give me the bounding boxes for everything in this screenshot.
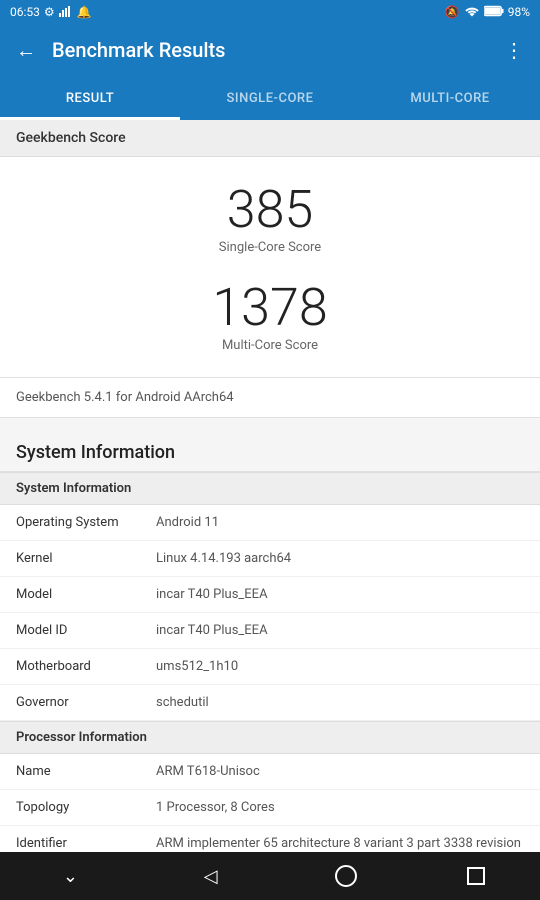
version-note: Geekbench 5.4.1 for Android AArch64 <box>0 378 540 418</box>
score-section: 385 Single-Core Score 1378 Multi-Core Sc… <box>0 157 540 378</box>
system-info-title: System Information <box>0 426 540 471</box>
tab-result[interactable]: RESULT <box>0 76 180 120</box>
info-value: ARM implementer 65 architecture 8 varian… <box>156 836 524 852</box>
info-row: Modelincar T40 Plus_EEA <box>0 577 540 613</box>
status-time: 06:53 <box>10 5 40 19</box>
info-key: Model ID <box>16 623 156 638</box>
info-key: Governor <box>16 695 156 710</box>
info-row: IdentifierARM implementer 65 architectur… <box>0 826 540 852</box>
info-group-header: Processor Information <box>0 721 540 754</box>
multi-core-score: 1378 <box>16 279 524 336</box>
nav-back-button[interactable]: ◁ <box>196 858 226 895</box>
info-row: NameARM T618-Unisoc <box>0 754 540 790</box>
nav-bar: ⌄ ◁ <box>0 852 540 900</box>
info-row: KernelLinux 4.14.193 aarch64 <box>0 541 540 577</box>
battery-percent: 98% <box>508 5 530 19</box>
info-value: incar T40 Plus_EEA <box>156 587 524 602</box>
multi-core-label: Multi-Core Score <box>16 338 524 353</box>
info-row: Operating SystemAndroid 11 <box>0 505 540 541</box>
mute-icon: 🔕 <box>445 5 460 19</box>
tab-single-core[interactable]: SINGLE-CORE <box>180 76 360 120</box>
back-button[interactable]: ← <box>16 38 36 63</box>
info-key: Kernel <box>16 551 156 566</box>
info-key: Identifier <box>16 836 156 852</box>
info-row: Topology1 Processor, 8 Cores <box>0 790 540 826</box>
info-key: Motherboard <box>16 659 156 674</box>
info-row: Governorschedutil <box>0 685 540 721</box>
signal-icon <box>59 5 73 20</box>
info-value: incar T40 Plus_EEA <box>156 623 524 638</box>
tab-bar: RESULT SINGLE-CORE MULTI-CORE <box>0 76 540 120</box>
wifi-icon <box>464 5 480 20</box>
info-group-header: System Information <box>0 472 540 505</box>
main-content: Geekbench Score 385 Single-Core Score 13… <box>0 120 540 852</box>
info-key: Model <box>16 587 156 602</box>
battery-icon <box>484 5 504 20</box>
nav-home-button[interactable] <box>335 865 357 887</box>
status-left: 06:53 ⚙ 🔔 <box>10 5 92 20</box>
info-row: Model IDincar T40 Plus_EEA <box>0 613 540 649</box>
settings-icon: ⚙ <box>44 5 55 19</box>
info-value: schedutil <box>156 695 524 710</box>
nav-down-button[interactable]: ⌄ <box>55 858 86 895</box>
more-options-button[interactable]: ⋮ <box>504 38 524 62</box>
app-bar-title: Benchmark Results <box>52 38 504 62</box>
status-bar: 06:53 ⚙ 🔔 🔕 98% <box>0 0 540 24</box>
info-value: ARM T618-Unisoc <box>156 764 524 779</box>
single-core-score: 385 <box>16 181 524 238</box>
info-value: ums512_1h10 <box>156 659 524 674</box>
tab-multi-core[interactable]: MULTI-CORE <box>360 76 540 120</box>
single-core-label: Single-Core Score <box>16 240 524 255</box>
info-key: Name <box>16 764 156 779</box>
info-value: Android 11 <box>156 515 524 530</box>
info-value: Linux 4.14.193 aarch64 <box>156 551 524 566</box>
nav-recents-button[interactable] <box>467 867 485 885</box>
info-table: System InformationOperating SystemAndroi… <box>0 471 540 852</box>
info-value: 1 Processor, 8 Cores <box>156 800 524 815</box>
app-bar: ← Benchmark Results ⋮ <box>0 24 540 76</box>
info-key: Topology <box>16 800 156 815</box>
status-right: 🔕 98% <box>445 5 530 20</box>
geekbench-section-header: Geekbench Score <box>0 120 540 157</box>
info-key: Operating System <box>16 515 156 530</box>
info-row: Motherboardums512_1h10 <box>0 649 540 685</box>
alarm-icon: 🔔 <box>77 5 92 19</box>
